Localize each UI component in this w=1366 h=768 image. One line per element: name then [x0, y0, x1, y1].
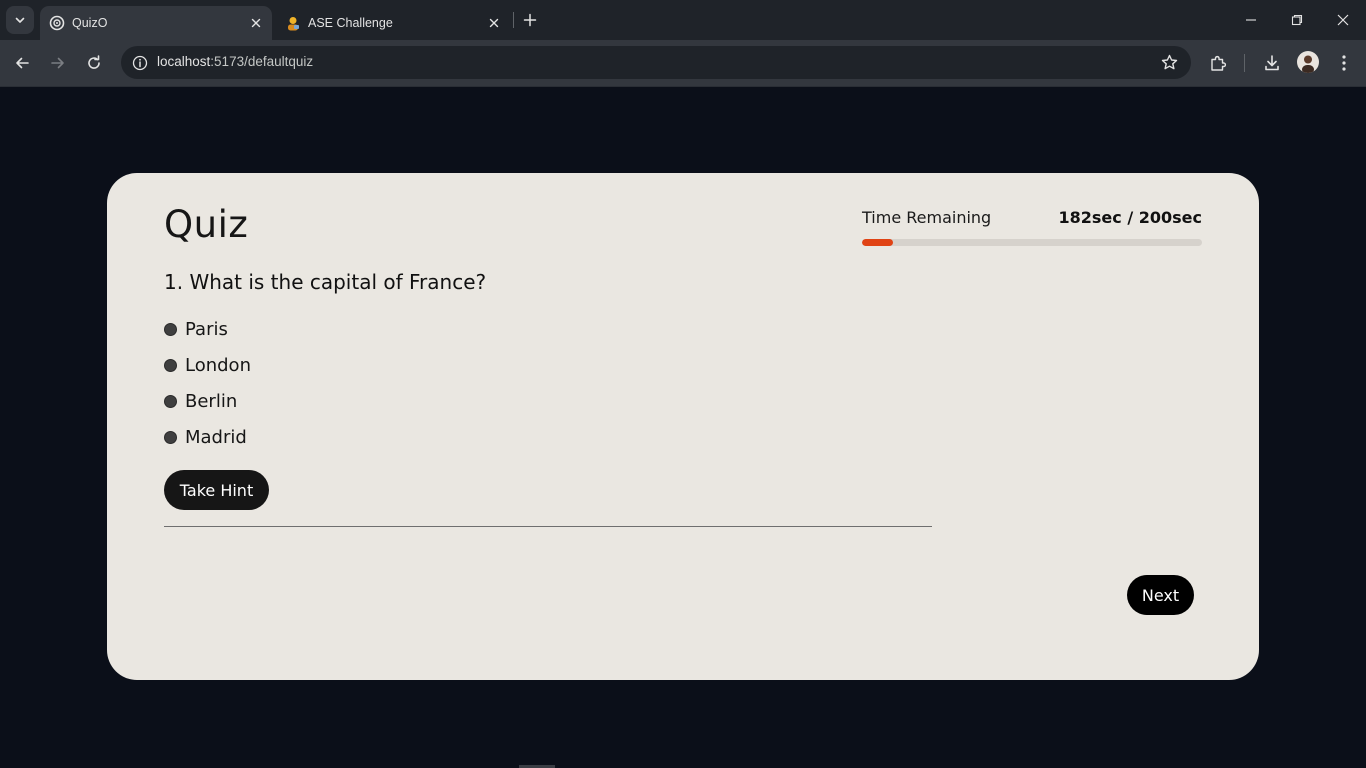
browser-toolbar: localhost:5173/defaultquiz	[0, 40, 1366, 86]
take-hint-button[interactable]: Take Hint	[164, 470, 269, 510]
extensions-button[interactable]	[1204, 49, 1232, 77]
reload-button[interactable]	[80, 49, 108, 77]
answer-options: Paris London Berlin Madrid	[164, 311, 251, 455]
tab-divider	[513, 12, 514, 28]
option-label: Madrid	[185, 426, 247, 448]
restore-icon	[1291, 14, 1303, 26]
url-path: :5173/defaultquiz	[210, 54, 314, 69]
hint-divider	[164, 526, 932, 527]
quizo-favicon-icon	[49, 15, 65, 31]
close-tab-icon[interactable]	[246, 13, 266, 33]
reload-icon	[88, 55, 100, 69]
minimize-icon	[1246, 19, 1256, 21]
download-icon	[1265, 55, 1279, 71]
next-button[interactable]: Next	[1127, 575, 1194, 615]
quiz-card: Quiz Time Remaining 182sec / 200sec 1. W…	[107, 173, 1259, 680]
option-paris[interactable]: Paris	[164, 311, 251, 347]
profile-avatar-icon	[1302, 55, 1314, 73]
radio-button[interactable]	[164, 358, 177, 372]
url-text: localhost:5173/defaultquiz	[157, 54, 313, 69]
option-madrid[interactable]: Madrid	[164, 419, 251, 455]
timer-progress-fill	[862, 239, 893, 246]
tab-strip: QuizO ASE Challenge	[0, 0, 1366, 40]
forward-button[interactable]	[44, 49, 72, 77]
restore-button[interactable]	[1274, 4, 1320, 36]
close-tab-icon[interactable]	[484, 13, 504, 33]
close-icon	[1337, 14, 1349, 26]
radio-button[interactable]	[164, 322, 177, 336]
kebab-menu-icon	[1342, 55, 1346, 71]
new-tab-button[interactable]	[518, 8, 542, 32]
arrow-left-icon	[16, 57, 29, 69]
tab-search-button[interactable]	[6, 6, 34, 34]
option-london[interactable]: London	[164, 347, 251, 383]
avatar-favicon-icon	[285, 15, 301, 31]
profile-avatar[interactable]	[1297, 51, 1319, 73]
address-bar[interactable]: localhost:5173/defaultquiz	[121, 46, 1191, 79]
timer-value: 182sec / 200sec	[1058, 208, 1203, 227]
puzzle-piece-icon	[1211, 55, 1227, 71]
question-text: 1. What is the capital of France?	[164, 270, 487, 294]
option-berlin[interactable]: Berlin	[164, 383, 251, 419]
back-button[interactable]	[8, 49, 36, 77]
tab-title: ASE Challenge	[308, 16, 393, 30]
option-label: Berlin	[185, 390, 238, 412]
chevron-down-icon	[15, 17, 25, 23]
bookmark-star-icon[interactable]	[1160, 53, 1179, 72]
timer-label: Time Remaining	[862, 208, 992, 227]
toolbar-separator	[1244, 54, 1245, 72]
radio-button[interactable]	[164, 430, 177, 444]
toolbar-bottom-border	[0, 86, 1366, 87]
tab-quizo[interactable]: QuizO	[40, 6, 272, 40]
site-info-icon[interactable]	[131, 54, 148, 71]
minimize-button[interactable]	[1228, 4, 1274, 36]
close-window-button[interactable]	[1320, 4, 1366, 36]
downloads-button[interactable]	[1258, 49, 1286, 77]
page-title: Quiz	[164, 203, 249, 246]
option-label: Paris	[185, 318, 228, 340]
arrow-right-icon	[51, 57, 64, 69]
tab-ase-challenge[interactable]: ASE Challenge	[276, 6, 510, 40]
option-label: London	[185, 354, 251, 376]
timer-progress-bar	[862, 239, 1202, 246]
browser-menu-button[interactable]	[1330, 49, 1358, 77]
plus-icon	[523, 13, 537, 27]
url-host: localhost	[157, 54, 211, 69]
radio-button[interactable]	[164, 394, 177, 408]
tab-title: QuizO	[72, 16, 108, 30]
